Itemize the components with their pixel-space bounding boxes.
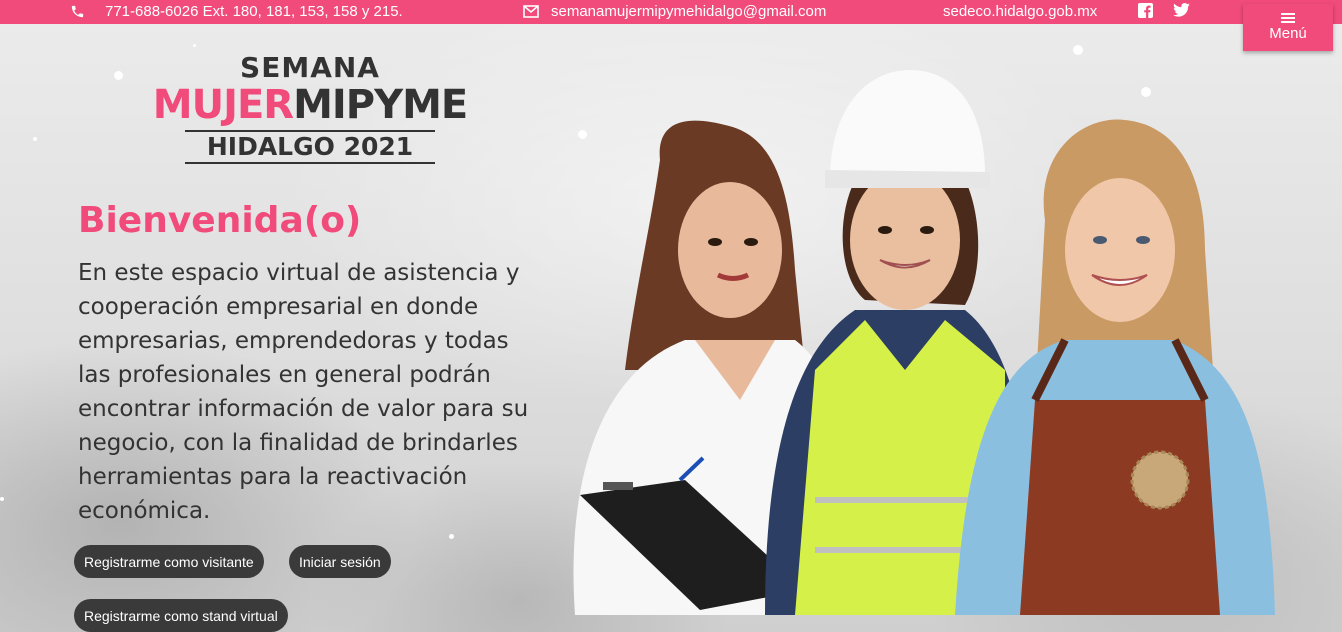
email-text: semanamujermipymehidalgo@gmail.com <box>551 3 827 20</box>
logo-line1: SEMANA <box>240 51 380 84</box>
event-logo: SEMANA MUJERMIPYME HIDALGO 2021 <box>120 52 500 164</box>
hero-image-women <box>573 70 1275 615</box>
particle <box>33 137 37 141</box>
logo-line2: MUJERMIPYME <box>120 84 500 126</box>
facebook-link[interactable] <box>1138 3 1153 18</box>
website-link[interactable]: sedeco.hidalgo.gob.mx <box>943 3 1097 20</box>
facebook-icon <box>1138 3 1153 18</box>
phone-text: 771-688-6026 Ext. 180, 181, 153, 158 y 2… <box>105 3 403 20</box>
particle <box>449 534 454 539</box>
hamburger-icon <box>1281 13 1295 23</box>
welcome-text: En este espacio virtual de asistencia y … <box>78 260 529 524</box>
menu-button[interactable]: Menú <box>1243 4 1333 51</box>
particle <box>0 497 4 501</box>
particle <box>1073 45 1083 55</box>
twitter-link[interactable] <box>1173 3 1190 17</box>
phone-contact[interactable]: 771-688-6026 Ext. 180, 181, 153, 158 y 2… <box>70 3 403 20</box>
particle <box>193 44 196 47</box>
logo-line3: HIDALGO 2021 <box>185 130 435 164</box>
welcome-title: Bienvenida(o) <box>78 200 362 241</box>
logo-line2-pink: MUJER <box>152 82 294 128</box>
twitter-icon <box>1173 3 1190 17</box>
top-contact-bar: 771-688-6026 Ext. 180, 181, 153, 158 y 2… <box>0 0 1342 24</box>
menu-label: Menú <box>1269 25 1307 42</box>
website-text: sedeco.hidalgo.gob.mx <box>943 3 1098 20</box>
register-stand-button[interactable]: Registrarme como stand virtual <box>74 599 288 632</box>
email-contact[interactable]: semanamujermipymehidalgo@gmail.com <box>523 3 826 20</box>
register-visitor-button[interactable]: Registrarme como visitante <box>74 545 264 578</box>
login-button[interactable]: Iniciar sesión <box>289 545 391 578</box>
envelope-icon <box>523 5 539 18</box>
phone-icon <box>70 4 85 19</box>
logo-line2-dark: MIPYME <box>293 82 468 128</box>
